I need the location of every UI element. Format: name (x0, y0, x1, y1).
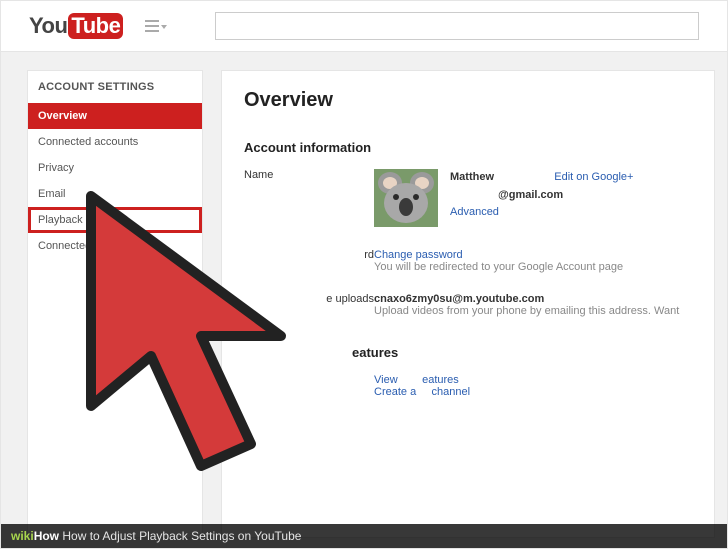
sidebar-title: ACCOUNT SETTINGS (28, 71, 202, 103)
youtube-logo[interactable]: YouTube (29, 13, 123, 39)
account-name[interactable]: Matthew (450, 171, 494, 183)
wikihow-footer: wikiHow How to Adjust Playback Settings … (1, 524, 727, 548)
sidebar-item-privacy[interactable]: Privacy (28, 155, 202, 181)
footer-how: How (34, 529, 59, 543)
page-title: Overview (244, 89, 692, 112)
name-row: Name (244, 169, 692, 227)
features-title: eatures (244, 345, 692, 360)
uploads-hint: Upload videos from your phone by emailin… (374, 305, 692, 317)
redacted-email (450, 190, 498, 200)
footer-title: How to Adjust Playback Settings on YouTu… (62, 529, 301, 543)
chevron-down-icon (161, 25, 167, 29)
change-password-link[interactable]: Change password (374, 249, 463, 261)
viewport: YouTube ACCOUNT SETTINGS Overview Connec… (0, 0, 728, 549)
view-features-link[interactable]: View eatures (374, 374, 459, 386)
hamburger-icon (145, 20, 159, 32)
footer-wiki: wiki (11, 529, 34, 543)
edit-on-google-link[interactable]: Edit on Google+ (554, 171, 633, 183)
koala-icon (374, 169, 438, 227)
logo-you: You (29, 13, 67, 39)
header: YouTube (1, 1, 727, 52)
sidebar-item-overview[interactable]: Overview (28, 103, 202, 129)
sidebar-item-playback[interactable]: Playback (28, 207, 202, 233)
features-row: View eatures Create a channel (244, 374, 692, 398)
search-container (215, 12, 699, 40)
uploads-row: e uploads cnaxo6zmy0su@m.youtube.com Upl… (244, 293, 692, 317)
account-text: Matthew Edit on Google+ @gmail.com Advan… (450, 169, 633, 222)
sidebar-item-email[interactable]: Email (28, 181, 202, 207)
logo-tube: Tube (68, 13, 123, 39)
settings-sidebar: ACCOUNT SETTINGS Overview Connected acco… (27, 70, 203, 538)
main-panel: Overview Account information Name (221, 70, 715, 538)
password-hint: You will be redirected to your Google Ac… (374, 261, 692, 273)
password-row: rd Change password You will be redirecte… (244, 249, 692, 273)
sidebar-item-connected[interactable]: Connected (28, 233, 202, 259)
content: ACCOUNT SETTINGS Overview Connected acco… (1, 52, 727, 538)
guide-menu-button[interactable] (145, 20, 167, 32)
uploads-label: e uploads (244, 293, 374, 317)
search-input[interactable] (215, 12, 699, 40)
redacted-name (497, 172, 545, 182)
password-label: rd (244, 249, 374, 273)
sidebar-item-connected-accounts[interactable]: Connected accounts (28, 129, 202, 155)
advanced-link[interactable]: Advanced (450, 206, 499, 218)
create-channel-link[interactable]: Create a channel (374, 386, 470, 398)
account-info-title: Account information (244, 140, 692, 155)
uploads-email: cnaxo6zmy0su@m.youtube.com (374, 293, 692, 305)
avatar[interactable] (374, 169, 438, 227)
name-label: Name (244, 169, 374, 227)
account-email: @gmail.com (498, 189, 563, 201)
